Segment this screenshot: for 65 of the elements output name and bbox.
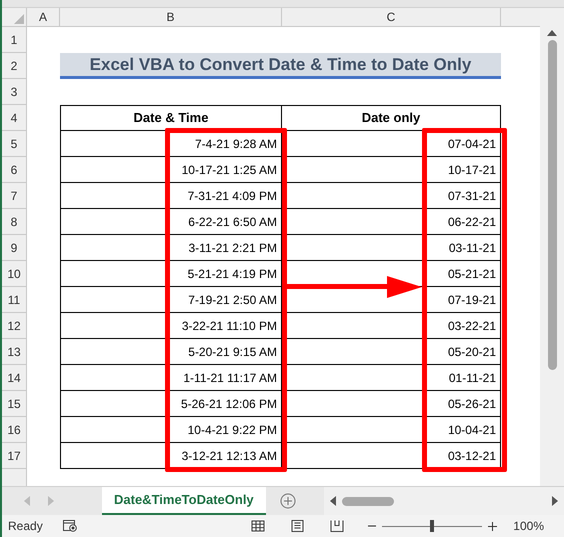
row-number[interactable]: 5 bbox=[2, 131, 27, 157]
row-number[interactable]: 14 bbox=[2, 365, 27, 391]
table-cell: 10-17-21 bbox=[282, 157, 501, 183]
table-cell: 06-22-21 bbox=[282, 209, 501, 235]
row-number[interactable]: 12 bbox=[2, 313, 27, 339]
table-cell: 3-22-21 11:10 PM bbox=[60, 313, 282, 339]
row-number[interactable]: 11 bbox=[2, 287, 27, 313]
status-text: Ready bbox=[8, 518, 43, 535]
row-number[interactable]: 10 bbox=[2, 261, 27, 287]
scroll-thumb[interactable] bbox=[342, 496, 394, 506]
table-cell: 5-21-21 4:19 PM bbox=[60, 261, 282, 287]
table-cell: 7-19-21 2:50 AM bbox=[60, 287, 282, 313]
row-number[interactable]: 13 bbox=[2, 339, 27, 365]
zoom-in-icon[interactable] bbox=[488, 522, 498, 530]
title-banner: Excel VBA to Convert Date & Time to Date Only bbox=[60, 53, 501, 79]
table-cell: 5-26-21 12:06 PM bbox=[60, 391, 282, 417]
page-break-icon[interactable] bbox=[330, 520, 344, 532]
normal-view-icon[interactable] bbox=[251, 520, 266, 532]
column-letter[interactable]: B bbox=[60, 8, 282, 26]
scroll-left-icon[interactable] bbox=[330, 496, 336, 506]
table-cell: 05-20-21 bbox=[282, 339, 501, 365]
table-cell: 10-04-21 bbox=[282, 417, 501, 443]
page-layout-icon[interactable] bbox=[291, 520, 304, 532]
zoom-slider-thumb[interactable] bbox=[430, 520, 434, 532]
row-number[interactable]: 2 bbox=[2, 53, 27, 79]
table-cell: 3-11-21 2:21 PM bbox=[60, 235, 282, 261]
macro-recorder-icon[interactable] bbox=[62, 520, 77, 532]
table-cell: 1-11-21 11:17 AM bbox=[60, 365, 282, 391]
row-number[interactable]: 3 bbox=[2, 79, 27, 105]
column-header-cell: Date & Time bbox=[60, 105, 282, 131]
column-letter[interactable]: C bbox=[282, 8, 501, 26]
table-cell: 05-26-21 bbox=[282, 391, 501, 417]
table-cell: 10-17-21 1:25 AM bbox=[60, 157, 282, 183]
table-cell: 03-22-21 bbox=[282, 313, 501, 339]
corner-triangle-icon bbox=[14, 14, 24, 24]
table-cell: 10-4-21 9:22 PM bbox=[60, 417, 282, 443]
table-cell: 01-11-21 bbox=[282, 365, 501, 391]
table-cell: 7-31-21 4:09 PM bbox=[60, 183, 282, 209]
column-header-cell: Date only bbox=[282, 105, 501, 131]
column-letter[interactable]: A bbox=[27, 8, 60, 26]
row-number[interactable]: 17 bbox=[2, 443, 27, 469]
row-number[interactable]: 8 bbox=[2, 209, 27, 235]
row-number[interactable]: 1 bbox=[2, 27, 27, 53]
row-number[interactable]: 16 bbox=[2, 417, 27, 443]
row-number[interactable]: 15 bbox=[2, 391, 27, 417]
table-cell: 3-12-21 12:13 AM bbox=[60, 443, 282, 469]
row-number[interactable]: 4 bbox=[2, 105, 27, 131]
table-cell: 03-11-21 bbox=[282, 235, 501, 261]
row-number[interactable]: 9 bbox=[2, 235, 27, 261]
sheet-tab[interactable]: Date&TimeToDateOnly bbox=[102, 487, 266, 515]
zoom-slider[interactable] bbox=[382, 520, 482, 532]
row-number[interactable]: 7 bbox=[2, 183, 27, 209]
table-cell: 03-12-21 bbox=[282, 443, 501, 469]
scroll-up-icon[interactable] bbox=[547, 30, 557, 36]
horizontal-scrollbar[interactable] bbox=[324, 487, 564, 515]
scroll-right-icon[interactable] bbox=[552, 496, 558, 506]
table-cell: 7-4-21 9:28 AM bbox=[60, 131, 282, 157]
table-cell: 6-22-21 6:50 AM bbox=[60, 209, 282, 235]
add-sheet-icon[interactable] bbox=[280, 493, 296, 509]
zoom-level[interactable]: 100% bbox=[513, 517, 544, 535]
table-cell: 5-20-21 9:15 AM bbox=[60, 339, 282, 365]
scroll-thumb[interactable] bbox=[548, 40, 556, 370]
row-number[interactable]: 6 bbox=[2, 157, 27, 183]
table-cell: 07-31-21 bbox=[282, 183, 501, 209]
table-cell: 07-04-21 bbox=[282, 131, 501, 157]
